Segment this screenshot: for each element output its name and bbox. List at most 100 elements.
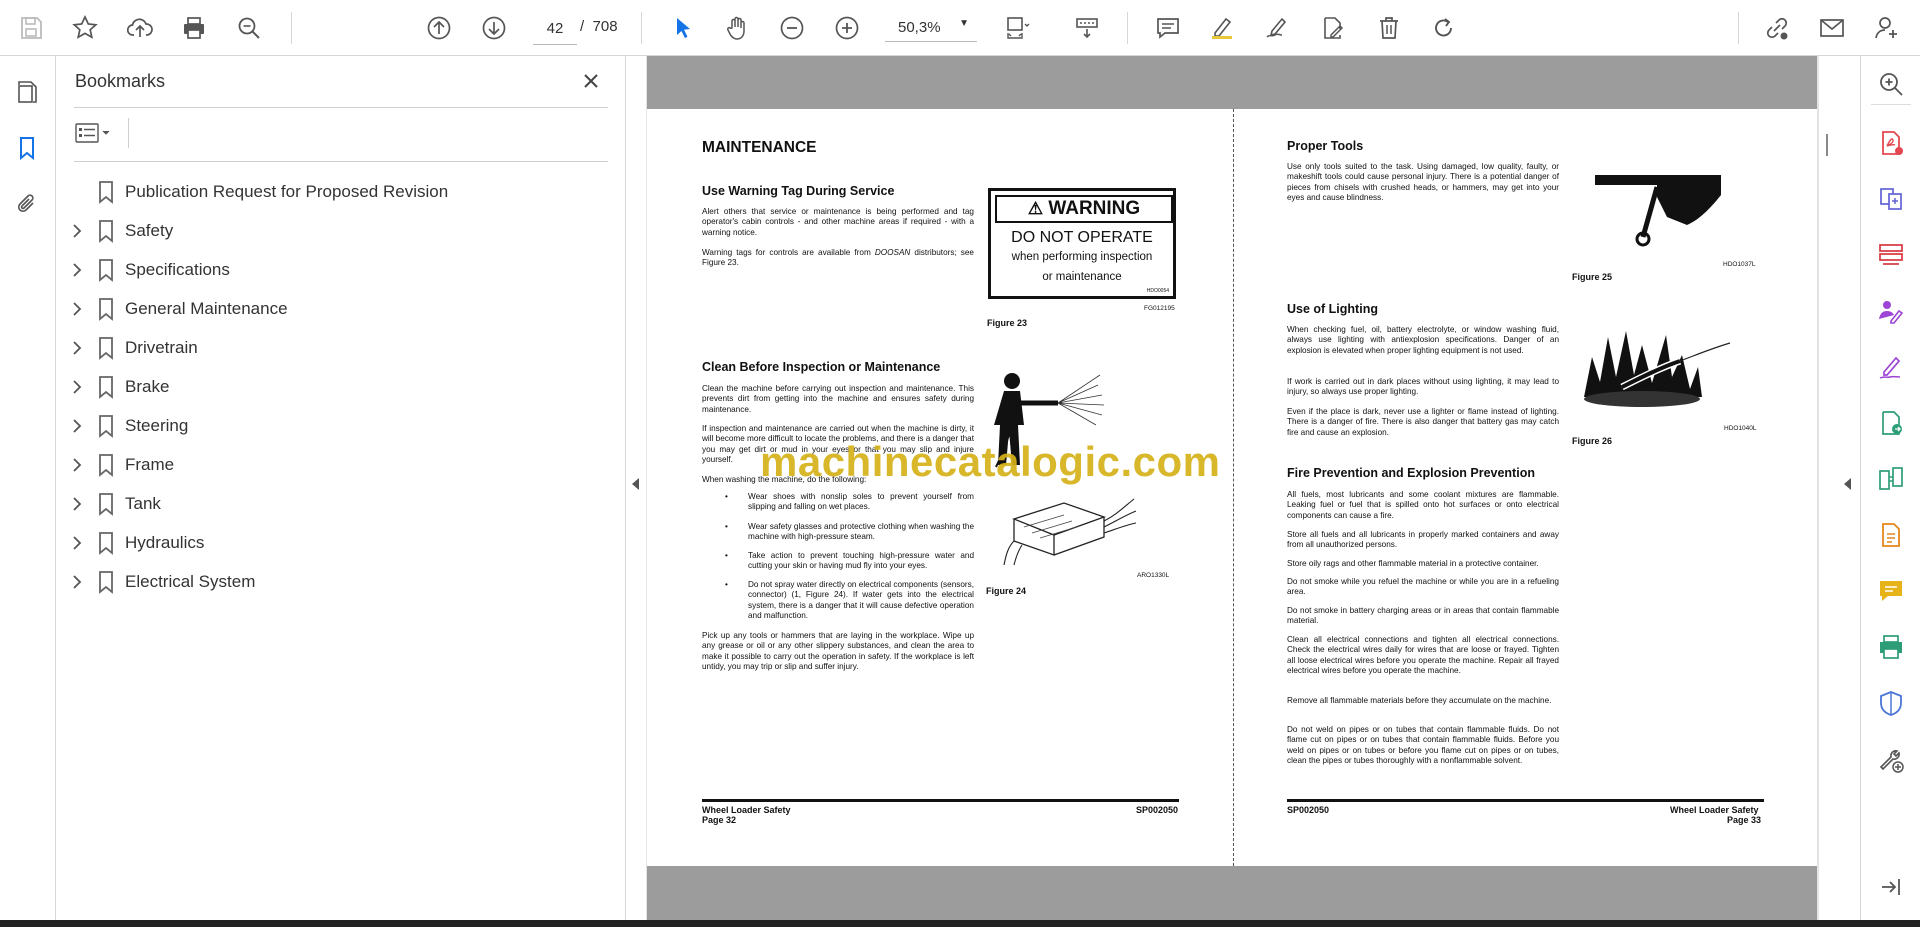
zoom-in-icon[interactable] xyxy=(830,11,864,45)
request-signatures-icon[interactable] xyxy=(1876,296,1906,326)
chevron-right-icon[interactable] xyxy=(70,417,86,435)
caret-left-icon xyxy=(1844,478,1851,490)
main-toolbar: / 708 50,3%▼ xyxy=(0,0,1920,56)
combine-files-icon[interactable] xyxy=(1876,184,1906,214)
scrollbar-thumb[interactable] xyxy=(1826,134,1828,156)
figure-code: ARO1330L xyxy=(1137,572,1170,579)
paragraph: Store oily rags and other flammable mate… xyxy=(1287,559,1539,568)
share-link-icon[interactable] xyxy=(1760,11,1794,45)
chevron-right-icon[interactable] xyxy=(70,300,86,318)
fill-sign-icon[interactable] xyxy=(1876,352,1906,382)
attachments-icon[interactable] xyxy=(9,186,45,222)
edit-pdf-icon[interactable] xyxy=(1315,11,1349,45)
vertical-scrollbar[interactable] xyxy=(1818,56,1836,920)
chevron-right-icon[interactable] xyxy=(70,261,86,279)
bookmark-item[interactable]: Brake xyxy=(56,369,616,405)
organize-pages-icon[interactable] xyxy=(1876,240,1906,270)
upload-icon[interactable] xyxy=(123,11,157,45)
warning-line: DO NOT OPERATE xyxy=(1011,229,1153,246)
print-icon[interactable] xyxy=(177,11,211,45)
account-icon[interactable] xyxy=(1870,11,1904,45)
warning-triangle-icon: ⚠ xyxy=(1027,199,1044,218)
list-options-icon xyxy=(75,123,110,143)
select-cursor-icon[interactable] xyxy=(666,11,700,45)
footer-rule xyxy=(702,799,1179,802)
bookmark-item[interactable]: Frame xyxy=(56,447,616,483)
bookmark-options-button[interactable] xyxy=(74,116,120,150)
search-zoom-icon[interactable] xyxy=(232,11,266,45)
email-icon[interactable] xyxy=(1815,11,1849,45)
paragraph: Use only tools suited to the task. Using… xyxy=(1287,162,1559,202)
figure-code: HDO1040L xyxy=(1724,425,1757,432)
protect-shield-icon[interactable] xyxy=(1876,688,1906,718)
bookmark-item[interactable]: Hydraulics xyxy=(56,525,616,561)
left-panel-collapse-handle[interactable] xyxy=(626,56,646,920)
highlight-icon[interactable] xyxy=(1205,11,1239,45)
zoom-out-icon[interactable] xyxy=(775,11,809,45)
export-pdf-icon[interactable] xyxy=(1876,408,1906,438)
figure-caption: Figure 25 xyxy=(1572,272,1613,282)
warning-tag-figure: ⚠ WARNING DO NOT OPERATE when performing… xyxy=(988,188,1176,299)
page-down-icon[interactable] xyxy=(477,11,511,45)
page-number-input[interactable] xyxy=(533,12,577,45)
chevron-right-icon[interactable] xyxy=(70,534,86,552)
bookmark-panel-icon[interactable] xyxy=(9,130,45,166)
chevron-right-icon[interactable] xyxy=(70,378,86,396)
footer-code: SP002050 xyxy=(1136,805,1179,815)
chevron-right-icon[interactable] xyxy=(70,222,86,240)
divider xyxy=(74,107,608,108)
paragraph: When checking fuel, oil, battery electro… xyxy=(1287,325,1559,355)
zoom-search-icon[interactable] xyxy=(1876,69,1906,99)
bookmark-item[interactable]: General Maintenance xyxy=(56,291,616,327)
paragraph: Remove all flammable materials before th… xyxy=(1287,696,1552,705)
page-thumbnails-icon[interactable] xyxy=(9,74,45,110)
chevron-right-icon[interactable] xyxy=(70,339,86,357)
page-gap-bottom xyxy=(647,866,1817,920)
tools-rail xyxy=(1860,56,1920,920)
bookmark-item[interactable]: Drivetrain xyxy=(56,330,616,366)
bookmark-item[interactable]: Electrical System xyxy=(56,564,616,600)
figure-code: HDO0054 xyxy=(1146,288,1169,294)
print-production-icon[interactable] xyxy=(1876,632,1906,662)
bookmark-label: Specifications xyxy=(125,260,230,279)
right-panel-collapse-handle[interactable] xyxy=(1835,56,1860,920)
bullet-icon: • xyxy=(725,580,728,589)
page-up-icon[interactable] xyxy=(422,11,456,45)
edit-text-icon[interactable] xyxy=(1876,520,1906,550)
star-icon[interactable] xyxy=(68,11,102,45)
paragraph: Clean all electrical connections and tig… xyxy=(1287,635,1559,675)
bookmark-item[interactable]: Safety xyxy=(56,213,616,249)
more-tools-icon[interactable] xyxy=(1876,744,1906,774)
paragraph: Pick up any tools or hammers that are la… xyxy=(702,631,974,671)
chevron-right-icon[interactable] xyxy=(70,495,86,513)
bookmark-item[interactable]: Tank xyxy=(56,486,616,522)
list-item: Take action to prevent touching high-pre… xyxy=(748,551,974,571)
zoom-level-select[interactable]: 50,3% ▼ xyxy=(885,12,977,42)
sign-icon[interactable] xyxy=(1260,11,1294,45)
footer-code: SP002050 xyxy=(1287,805,1330,815)
scroll-mode-icon[interactable] xyxy=(1070,11,1104,45)
taskbar-strip xyxy=(0,920,1920,927)
bookmark-item[interactable]: Specifications xyxy=(56,252,616,288)
save-icon[interactable] xyxy=(14,11,48,45)
close-icon[interactable] xyxy=(576,66,606,96)
create-pdf-icon[interactable] xyxy=(1876,128,1906,158)
comment-tool-icon[interactable] xyxy=(1876,576,1906,606)
rotate-icon[interactable] xyxy=(1427,11,1461,45)
chevron-right-icon[interactable] xyxy=(70,456,86,474)
hand-tool-icon[interactable] xyxy=(720,11,754,45)
fit-page-icon[interactable] xyxy=(1000,11,1034,45)
collapse-rail-icon[interactable] xyxy=(1876,872,1906,902)
paragraph: Do not smoke in battery charging areas o… xyxy=(1287,606,1559,626)
bookmark-icon xyxy=(96,219,116,243)
chevron-right-icon[interactable] xyxy=(70,573,86,591)
bookmark-label: Brake xyxy=(125,377,170,396)
compare-files-icon[interactable] xyxy=(1876,464,1906,494)
bookmark-item[interactable]: Steering xyxy=(56,408,616,444)
bullet-icon: • xyxy=(725,551,728,560)
bookmark-item[interactable]: Publication Request for Proposed Revisio… xyxy=(56,174,616,210)
comment-icon[interactable] xyxy=(1151,11,1185,45)
figure-code: FG012195 xyxy=(1144,305,1175,312)
paragraph: Clean the machine before carrying out in… xyxy=(702,384,974,414)
delete-icon[interactable] xyxy=(1372,11,1406,45)
